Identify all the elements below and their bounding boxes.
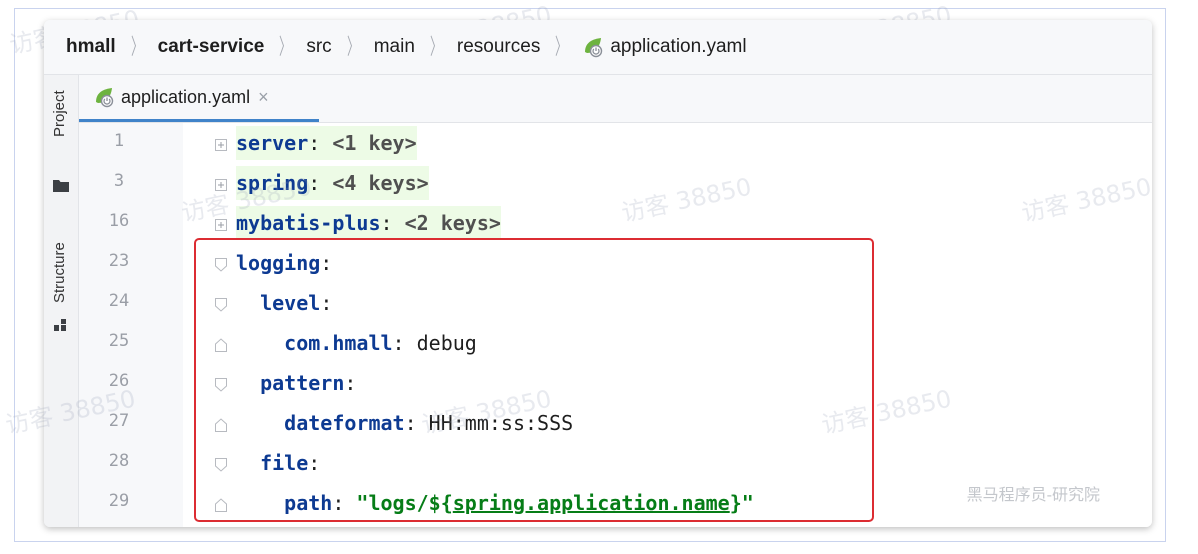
breadcrumb-separator: 〉	[346, 34, 359, 59]
folder-icon[interactable]	[53, 179, 69, 192]
editor-tab-bar: application.yaml ×	[79, 75, 1152, 123]
breadcrumb-item-cart-service[interactable]: cart-service	[158, 36, 265, 58]
breadcrumb-separator: 〉	[555, 34, 568, 59]
code-line-1: server: <1 key>	[236, 126, 417, 160]
breadcrumb-separator: 〉	[279, 34, 292, 59]
line-number: 28	[108, 451, 130, 471]
tool-window-strip: Project Structure	[44, 75, 79, 527]
breadcrumb-item-src[interactable]: src	[306, 36, 331, 58]
line-number: 1	[113, 131, 125, 151]
project-tool-tab[interactable]: Project	[51, 90, 68, 137]
tab-application-yaml[interactable]: application.yaml ×	[79, 75, 319, 122]
structure-icon[interactable]	[54, 319, 68, 331]
credit-watermark: 黑马程序员-研究院	[966, 485, 1100, 504]
breadcrumb-item-main[interactable]: main	[374, 36, 415, 58]
line-number: 16	[108, 211, 130, 231]
structure-tool-tab[interactable]: Structure	[51, 242, 68, 303]
line-number: 24	[108, 291, 130, 311]
line-number: 23	[108, 251, 130, 271]
ide-window: hmall 〉 cart-service 〉 src 〉 main 〉 reso…	[44, 20, 1152, 527]
line-number: 29	[108, 491, 130, 511]
expand-fold-icon[interactable]	[215, 138, 227, 152]
close-icon[interactable]: ×	[258, 87, 269, 108]
code-line-16: mybatis-plus: <2 keys>	[236, 206, 501, 240]
line-number: 3	[113, 171, 125, 191]
highlight-box	[194, 238, 874, 522]
breadcrumb-separator: 〉	[429, 34, 442, 59]
tab-label: application.yaml	[121, 86, 251, 107]
spring-leaf-icon	[585, 38, 603, 58]
breadcrumb-item-hmall[interactable]: hmall	[66, 36, 116, 58]
breadcrumb-item-resources[interactable]: resources	[457, 36, 540, 58]
breadcrumb-separator: 〉	[130, 34, 143, 59]
spring-leaf-icon	[96, 88, 114, 108]
line-number: 25	[108, 331, 130, 351]
breadcrumb: hmall 〉 cart-service 〉 src 〉 main 〉 reso…	[44, 20, 1152, 75]
breadcrumb-item-application-yaml[interactable]: application.yaml	[582, 36, 747, 58]
